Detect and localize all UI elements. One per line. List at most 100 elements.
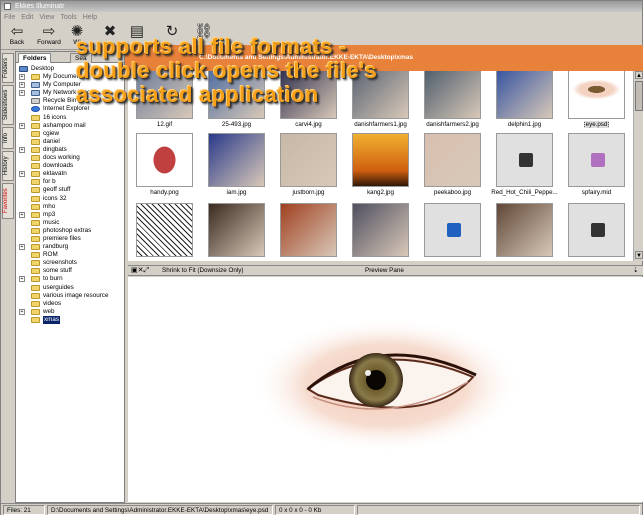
thumbnail-item[interactable]: justborn.jpg: [280, 133, 337, 196]
back-button[interactable]: ⇦ Back: [3, 24, 31, 46]
wizard-button[interactable]: ✺ Wi: [63, 24, 91, 46]
thumbnail-item[interactable]: spfairy.mid: [568, 133, 625, 196]
tools-button[interactable]: ✖: [96, 24, 124, 39]
folder-tree: Desktop + My Documents + My Computer + My Netw…: [16, 65, 124, 324]
thumbnail-item[interactable]: peekaboo.jpg: [424, 133, 481, 196]
tree-item[interactable]: cgiew: [16, 130, 124, 138]
tree-item[interactable]: music: [16, 219, 124, 227]
thumbnail-scrollbar[interactable]: ▲ ▼: [633, 71, 643, 261]
expand-icon[interactable]: +: [19, 90, 25, 97]
thumbnail-item[interactable]: Red_Hot_Chili_Peppe...: [491, 133, 558, 196]
tree-item[interactable]: some stuff: [16, 267, 124, 275]
scroll-down-arrow[interactable]: ▼: [635, 251, 643, 259]
tree-item[interactable]: downloads: [16, 162, 124, 170]
tree-item[interactable]: + web: [16, 308, 124, 316]
thumbnail-item[interactable]: delphin1.jpg: [496, 71, 553, 128]
menu-tools[interactable]: Tools: [57, 12, 79, 23]
tree-item[interactable]: + to burn: [16, 275, 124, 283]
tree-item[interactable]: Internet Explorer: [16, 105, 124, 113]
tree-item[interactable]: photoshop extras: [16, 227, 124, 235]
tree-item[interactable]: 16 icons: [16, 114, 124, 122]
thumbnail-item[interactable]: [280, 203, 337, 261]
tree-item[interactable]: docs working: [16, 154, 124, 162]
thumbnail-filename: iam.jpg: [226, 189, 247, 196]
tree-item[interactable]: ROM: [16, 251, 124, 259]
thumbnail-item[interactable]: iam.jpg: [208, 133, 265, 196]
tree-item[interactable]: + randburg: [16, 243, 124, 251]
media-file-icon: [519, 153, 533, 167]
folder-icon: [31, 138, 40, 145]
tab-search[interactable]: Sea: [70, 53, 92, 63]
thumbnail-item[interactable]: [352, 203, 409, 261]
menu-edit[interactable]: Edit: [18, 12, 36, 23]
link-button[interactable]: ⛓: [189, 24, 217, 39]
thumbnail-item[interactable]: [208, 203, 265, 261]
thumbnail-item[interactable]: danishfarmers2.jpg: [424, 71, 481, 128]
tree-item[interactable]: various image resource: [16, 292, 124, 300]
thumbnail-image: [208, 203, 265, 257]
thumbnail-item[interactable]: [568, 203, 625, 261]
thumbnail-image: [496, 71, 553, 119]
expand-icon[interactable]: +: [19, 276, 25, 283]
tree-item[interactable]: + My Documents: [16, 73, 124, 81]
thumbnail-image: [136, 133, 193, 187]
wizard-label: Wi: [73, 39, 81, 46]
thumbnail-item[interactable]: [136, 203, 193, 261]
tree-item[interactable]: Recycle Bin: [16, 97, 124, 105]
tree-item[interactable]: + My Computer: [16, 81, 124, 89]
tree-item[interactable]: + dingbats: [16, 146, 124, 154]
tree-item[interactable]: mho: [16, 203, 124, 211]
side-tab-history[interactable]: History: [2, 151, 14, 181]
expand-icon[interactable]: +: [19, 122, 25, 129]
tree-item[interactable]: videos: [16, 300, 124, 308]
forward-button[interactable]: ⇨ Forward: [35, 24, 63, 46]
tree-item[interactable]: userguides: [16, 284, 124, 292]
expand-icon[interactable]: +: [19, 171, 25, 178]
tree-item[interactable]: daniel: [16, 138, 124, 146]
thumbnail-filename: spfairy.mid: [581, 189, 612, 196]
tree-item[interactable]: premiere files: [16, 235, 124, 243]
side-tab-folders[interactable]: Folders: [2, 53, 14, 83]
thumbnail-item[interactable]: eye.psd: [568, 71, 625, 128]
thumbnail-item[interactable]: [424, 203, 481, 261]
expand-icon[interactable]: +: [19, 146, 25, 153]
preview-pin-icon[interactable]: ⇣: [633, 266, 638, 276]
side-tab-info[interactable]: Info: [2, 127, 14, 149]
thumbnail-item[interactable]: 12.gif: [136, 71, 193, 128]
thumbnail-item[interactable]: kang2.jpg: [352, 133, 409, 196]
tree-item[interactable]: + ashampoo mail: [16, 122, 124, 130]
tree-item[interactable]: icons 32: [16, 195, 124, 203]
tree-item[interactable]: + mp3: [16, 211, 124, 219]
print-button[interactable]: ▤: [123, 24, 151, 39]
menu-file[interactable]: File: [1, 12, 18, 23]
expand-icon[interactable]: +: [19, 82, 25, 89]
thumbnail-item[interactable]: 25-493.jpg: [208, 71, 265, 128]
menu-help[interactable]: Help: [80, 12, 100, 23]
side-tab-favorites[interactable]: Favorites: [2, 183, 14, 219]
tree-item-label: ROM: [43, 251, 58, 259]
shrink-to-fit-option[interactable]: Shrink to Fit (Downsize Only): [162, 266, 244, 276]
tree-item[interactable]: Desktop: [16, 65, 124, 73]
tree-item-label: mp3: [43, 210, 56, 218]
side-tab-slideshows[interactable]: Slideshows: [2, 85, 14, 125]
expand-icon[interactable]: +: [19, 74, 25, 81]
thumbnail-item[interactable]: handy.png: [136, 133, 193, 196]
thumbnail-item[interactable]: carvi4.jpg: [280, 71, 337, 128]
tree-item[interactable]: for b: [16, 178, 124, 186]
tree-item[interactable]: screenshots: [16, 259, 124, 267]
expand-icon[interactable]: +: [19, 244, 25, 251]
preview-toggle-icons[interactable]: ▣✕⤢: [131, 266, 149, 276]
menu-view[interactable]: View: [36, 12, 57, 23]
tab-folders[interactable]: Folders: [18, 53, 52, 63]
expand-icon[interactable]: +: [19, 308, 25, 315]
tree-item[interactable]: + My Network Places: [16, 89, 124, 97]
scroll-up-arrow[interactable]: ▲: [635, 71, 643, 79]
refresh-button[interactable]: ↻: [158, 24, 186, 39]
tree-item[interactable]: geoff stuff: [16, 186, 124, 194]
tree-item[interactable]: + ektavatn: [16, 170, 124, 178]
thumbnail-item[interactable]: [496, 203, 553, 261]
expand-icon[interactable]: +: [19, 211, 25, 218]
tree-item[interactable]: xmas: [16, 315, 124, 324]
thumbnail-item[interactable]: danishfarmers1.jpg: [352, 71, 409, 128]
scroll-thumb[interactable]: [635, 81, 643, 111]
